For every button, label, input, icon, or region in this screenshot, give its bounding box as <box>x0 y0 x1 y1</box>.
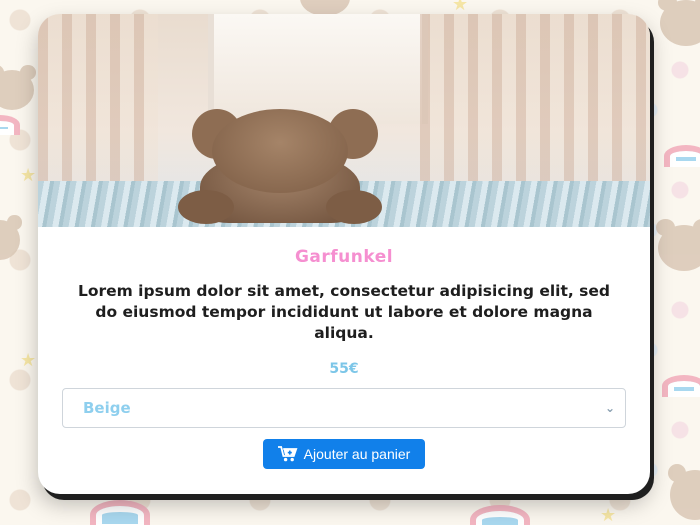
bear-decoration <box>0 65 36 110</box>
color-select[interactable]: Beige ⌄ <box>62 388 626 428</box>
product-details: Garfunkel Lorem ipsum dolor sit amet, co… <box>38 247 650 469</box>
bear-decoration <box>668 464 700 520</box>
add-to-cart-label: Ajouter au panier <box>303 446 411 462</box>
rainbow-decoration <box>470 505 530 525</box>
shopping-cart-icon <box>277 446 298 462</box>
chevron-down-icon: ⌄ <box>604 401 615 415</box>
star-decoration: ★ <box>600 505 617 525</box>
rainbow-decoration <box>664 145 700 167</box>
rainbow-decoration <box>0 115 20 135</box>
rainbow-decoration <box>90 500 150 525</box>
product-name: Garfunkel <box>294 247 394 267</box>
star-decoration: ★ <box>20 165 37 186</box>
product-card: Garfunkel Lorem ipsum dolor sit amet, co… <box>38 14 650 494</box>
bear-decoration <box>0 215 22 260</box>
star-decoration: ★ <box>20 350 37 371</box>
bear-decoration <box>655 219 700 271</box>
bear-decoration <box>657 0 700 46</box>
rainbow-decoration <box>662 375 700 397</box>
product-description: Lorem ipsum dolor sit amet, consectetur … <box>77 282 611 342</box>
star-decoration: ★ <box>452 0 469 15</box>
product-price: 55€ <box>329 361 359 377</box>
product-image <box>38 14 650 227</box>
teddy-bear-photo <box>160 99 400 224</box>
color-select-value: Beige <box>83 399 131 417</box>
add-to-cart-button[interactable]: Ajouter au panier <box>262 439 426 469</box>
